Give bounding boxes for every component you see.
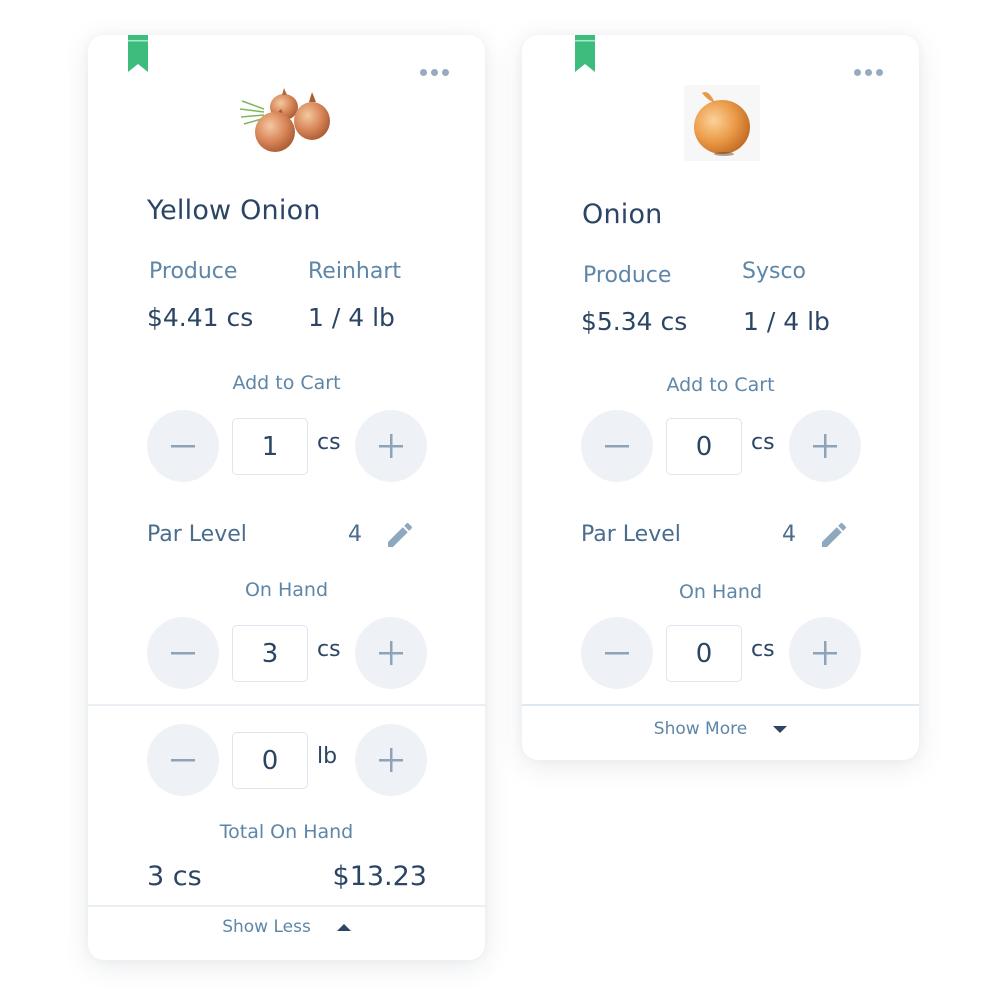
on-hand-cs-input[interactable] [232, 625, 308, 682]
product-pack-size: 1 / 4 lb [743, 307, 830, 336]
increment-button[interactable] [355, 617, 427, 689]
unit-label: cs [751, 430, 775, 455]
product-card-yellow-onion: Yellow Onion Produce Reinhart $4.41 cs 1… [88, 35, 485, 960]
product-category: Produce [583, 263, 672, 288]
par-level-value: 4 [782, 522, 796, 547]
add-to-cart-stepper: cs [147, 410, 429, 482]
toggle-label: Show More [653, 719, 748, 739]
par-level-label: Par Level [581, 522, 681, 547]
divider [88, 905, 485, 907]
decrement-button[interactable] [147, 724, 219, 796]
increment-button[interactable] [355, 724, 427, 796]
product-pack-size: 1 / 4 lb [308, 303, 395, 332]
more-options-button[interactable] [420, 69, 449, 76]
product-image-onion [684, 85, 760, 161]
dot-icon [420, 69, 427, 76]
total-on-hand-label: Total On Hand [219, 821, 354, 843]
add-to-cart-stepper: cs [581, 410, 863, 482]
pencil-icon[interactable] [384, 519, 416, 551]
minus-icon [171, 445, 195, 448]
dot-icon [431, 69, 438, 76]
decrement-button[interactable] [147, 410, 219, 482]
unit-label: cs [751, 637, 775, 662]
plus-icon [813, 434, 837, 458]
divider [88, 704, 485, 706]
minus-icon [605, 652, 629, 655]
dot-icon [442, 69, 449, 76]
pencil-icon[interactable] [818, 519, 850, 551]
toggle-label: Show Less [222, 917, 311, 937]
product-card-onion: Onion Produce Sysco $5.34 cs 1 / 4 lb Ad… [522, 35, 919, 760]
add-to-cart-quantity-input[interactable] [666, 418, 742, 475]
product-price: $5.34 cs [581, 307, 688, 336]
caret-down-icon [773, 725, 788, 733]
add-to-cart-label: Add to Cart [666, 374, 775, 396]
on-hand-lb-input[interactable] [232, 732, 308, 789]
bookmark-icon[interactable] [575, 35, 595, 72]
on-hand-cs-stepper: cs [147, 617, 429, 689]
product-image-yellow-onions [240, 88, 330, 152]
minus-icon [605, 445, 629, 448]
plus-icon [379, 641, 403, 665]
add-to-cart-label: Add to Cart [232, 372, 341, 394]
product-vendor: Reinhart [308, 259, 401, 284]
plus-icon [379, 748, 403, 772]
increment-button[interactable] [789, 617, 861, 689]
total-on-hand-quantity: 3 cs [147, 861, 202, 892]
unit-label: cs [317, 637, 341, 662]
decrement-button[interactable] [581, 617, 653, 689]
dot-icon [865, 69, 872, 76]
on-hand-label: On Hand [678, 581, 763, 603]
product-price: $4.41 cs [147, 303, 254, 332]
on-hand-cs-input[interactable] [666, 625, 742, 682]
unit-label: cs [317, 430, 341, 455]
on-hand-lb-stepper: lb [147, 724, 429, 796]
minus-icon [171, 652, 195, 655]
product-name: Onion [582, 199, 663, 230]
more-options-button[interactable] [854, 69, 883, 76]
unit-label: lb [317, 744, 338, 769]
minus-icon [171, 759, 195, 762]
caret-up-icon [336, 923, 351, 931]
dot-icon [876, 69, 883, 76]
increment-button[interactable] [789, 410, 861, 482]
decrement-button[interactable] [581, 410, 653, 482]
plus-icon [379, 434, 403, 458]
product-name: Yellow Onion [147, 195, 321, 226]
par-level-value: 4 [348, 522, 362, 547]
par-level-label: Par Level [147, 522, 247, 547]
on-hand-label: On Hand [244, 579, 329, 601]
show-more-button[interactable]: Show More [522, 719, 919, 739]
add-to-cart-quantity-input[interactable] [232, 418, 308, 475]
plus-icon [813, 641, 837, 665]
product-vendor: Sysco [742, 259, 807, 284]
on-hand-cs-stepper: cs [581, 617, 863, 689]
bookmark-icon[interactable] [128, 35, 148, 72]
dot-icon [854, 69, 861, 76]
divider [522, 704, 919, 706]
decrement-button[interactable] [147, 617, 219, 689]
increment-button[interactable] [355, 410, 427, 482]
total-on-hand-value: $13.23 [332, 861, 427, 892]
product-category: Produce [149, 259, 238, 284]
show-less-button[interactable]: Show Less [88, 917, 485, 937]
